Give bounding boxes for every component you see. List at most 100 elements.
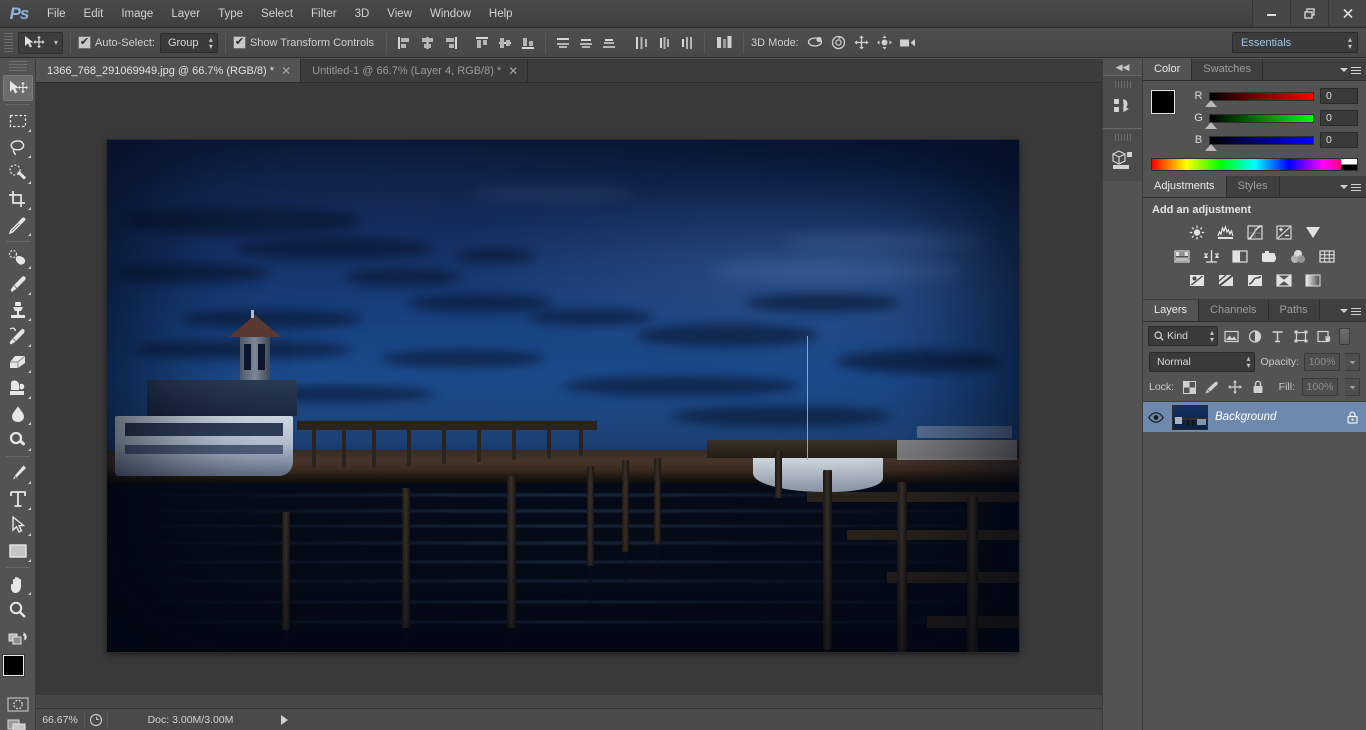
align-top-edges-icon[interactable] [472,33,492,53]
lock-all-icon[interactable] [1250,379,1266,395]
distribute-right-edges-icon[interactable] [677,33,697,53]
fill-value[interactable]: 100% [1302,378,1338,396]
canvas-area[interactable] [36,83,1102,708]
photo-filter-icon[interactable] [1259,247,1279,265]
tool-preset-picker[interactable]: ▾ [18,31,64,54]
blur-tool[interactable] [3,401,33,427]
opacity-dropdown-arrow-icon[interactable] [1345,353,1360,371]
layer-name[interactable]: Background [1215,411,1338,423]
lasso-tool[interactable] [3,134,33,160]
slide-3d-icon[interactable] [875,33,895,53]
layers-panel-menu-icon[interactable] [1340,305,1361,317]
minimize-button[interactable] [1252,0,1290,26]
color-panel-foreground-swatch[interactable] [1151,90,1175,114]
auto-align-layers-icon[interactable] [712,32,736,54]
tab-paths[interactable]: Paths [1269,300,1320,321]
fill-dropdown-arrow-icon[interactable] [1345,378,1360,396]
lock-position-icon[interactable] [1227,379,1243,395]
options-bar-grip[interactable] [4,32,13,53]
menu-window[interactable]: Window [421,0,480,28]
gradient-tool[interactable] [3,375,33,401]
filter-shape-icon[interactable] [1291,327,1310,346]
hue-saturation-icon[interactable] [1172,247,1192,265]
color-balance-icon[interactable] [1201,247,1221,265]
filter-enable-toggle[interactable] [1339,327,1350,345]
color-swatches[interactable] [1,655,35,689]
document-tab-2[interactable]: Untitled-1 @ 66.7% (Layer 4, RGB/8) * ✕ [301,59,529,82]
menu-filter[interactable]: Filter [302,0,346,28]
green-slider[interactable] [1205,113,1314,129]
align-bottom-edges-icon[interactable] [518,33,538,53]
eye-icon[interactable] [1147,411,1165,423]
distribute-bottom-edges-icon[interactable] [599,33,619,53]
selective-color-icon[interactable] [1274,271,1294,289]
zoom-level[interactable]: 66.67% [36,714,84,726]
screen-mode-icon[interactable] [6,717,30,730]
collapse-panels-icon[interactable]: ◀◀ [1103,59,1142,75]
distribute-left-edges-icon[interactable] [631,33,651,53]
pan-3d-icon[interactable] [852,33,872,53]
tab-styles[interactable]: Styles [1227,176,1280,197]
menu-select[interactable]: Select [252,0,302,28]
align-left-edges-icon[interactable] [394,33,414,53]
document-tab-active[interactable]: 1366_768_291069949.jpg @ 66.7% (RGB/8) *… [36,59,302,82]
brightness-contrast-icon[interactable] [1187,223,1207,241]
red-value[interactable]: 0 [1320,88,1358,104]
align-right-edges-icon[interactable] [440,33,460,53]
3d-panel-icon[interactable] [1108,145,1138,175]
spot-healing-brush-tool[interactable] [3,245,33,271]
pen-tool[interactable] [3,460,33,486]
curves-icon[interactable] [1245,223,1265,241]
canvas-horizontal-scrollbar[interactable] [36,694,1102,708]
show-transform-controls-checkbox[interactable]: ✔ [232,36,246,49]
distribute-horizontal-centers-icon[interactable] [654,33,674,53]
menu-help[interactable]: Help [480,0,522,28]
rail-grip[interactable] [1114,134,1131,141]
red-slider[interactable] [1205,91,1314,107]
green-value[interactable]: 0 [1320,110,1358,126]
eyedropper-tool[interactable] [3,212,33,238]
auto-select-checkbox[interactable]: ✔ [78,36,92,49]
gradient-map-icon[interactable] [1303,271,1323,289]
color-panel-menu-icon[interactable] [1340,64,1361,76]
distribute-top-edges-icon[interactable] [553,33,573,53]
move-tool[interactable] [2,75,33,101]
zoom-tool[interactable] [3,597,33,623]
channel-mixer-icon[interactable] [1288,247,1308,265]
exposure-icon[interactable] [1274,223,1294,241]
crop-tool[interactable] [3,186,33,212]
menu-layer[interactable]: Layer [162,0,209,28]
close-icon[interactable]: ✕ [508,65,518,77]
close-button[interactable] [1328,0,1366,26]
horizontal-type-tool[interactable] [3,486,33,512]
history-panel-icon[interactable] [1108,92,1138,122]
filter-smart-object-icon[interactable] [1314,327,1333,346]
quick-selection-tool[interactable] [3,160,33,186]
clone-stamp-tool[interactable] [3,297,33,323]
color-panel-swatches[interactable] [1151,90,1186,124]
align-horizontal-centers-icon[interactable] [417,33,437,53]
status-menu-arrow-icon[interactable] [281,714,288,725]
orbit-3d-icon[interactable] [806,33,826,53]
blue-slider[interactable] [1205,135,1314,151]
workspace-dropdown[interactable]: Essentials ▴ ▾ [1232,32,1358,53]
tab-swatches[interactable]: Swatches [1192,59,1263,80]
dodge-tool[interactable] [3,427,33,453]
invert-icon[interactable] [1187,271,1207,289]
layer-list[interactable]: Background [1143,401,1366,432]
hand-tool[interactable] [3,571,33,597]
rail-grip[interactable] [1114,81,1131,88]
levels-icon[interactable] [1216,223,1236,241]
auto-select-scope-dropdown[interactable]: Group ▴ ▾ [159,32,218,53]
menu-3d[interactable]: 3D [346,0,379,28]
toolbar-grip[interactable] [8,61,27,72]
menu-image[interactable]: Image [112,0,162,28]
preview-proxy-icon[interactable] [85,713,107,727]
align-vertical-centers-icon[interactable] [495,33,515,53]
layer-kind-filter-dropdown[interactable]: Kind ▴ ▾ [1148,326,1218,346]
rectangle-tool[interactable] [3,538,33,564]
menu-type[interactable]: Type [209,0,252,28]
eraser-tool[interactable] [3,349,33,375]
vibrance-icon[interactable] [1303,223,1323,241]
distribute-vertical-centers-icon[interactable] [576,33,596,53]
